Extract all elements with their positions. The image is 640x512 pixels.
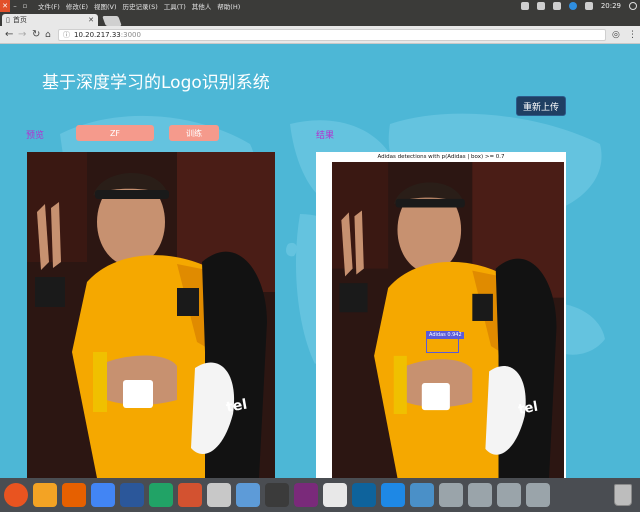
network-icon[interactable] [552,2,561,10]
system-tray: 20:29 [520,0,637,12]
tab-home[interactable]: ▯ 首页 ✕ [2,14,98,26]
menu-history[interactable]: 历史记录(S) [123,1,158,11]
dock-chromium-icon[interactable] [91,483,115,507]
page-icon: ▯ [6,16,10,24]
system-menubar: ✕ – ▫ 文件(F) 修改(E) 视图(V) 历史记录(S) 工具(T) 其他… [0,0,640,12]
page-content: 基于深度学习的Logo识别系统 重新上传 预览 ZF 训练 结果 tel Adi… [0,44,640,478]
taskbar-dock [0,478,640,512]
dock-browser-icon[interactable] [381,483,405,507]
preview-label: 预览 [26,131,45,141]
cloud-icon[interactable] [520,2,529,10]
dock-presentation-icon[interactable] [178,483,202,507]
minimize-icon[interactable]: – [10,0,20,12]
dock-window-icon[interactable] [468,483,492,507]
dock-vscode-icon[interactable] [352,483,376,507]
menu-icon[interactable]: ⋮ [628,30,637,40]
close-icon[interactable]: ✕ [0,0,10,12]
account-icon[interactable]: ◎ [612,30,620,40]
page-title: 基于深度学习的Logo识别系统 [42,73,270,93]
dock-files-icon[interactable] [33,483,57,507]
input-method-icon[interactable] [568,2,577,10]
address-bar[interactable]: ⓘ 10.20.217.33 :3000 [58,29,606,41]
preview-image: tel [27,152,275,478]
dock-writer-icon[interactable] [120,483,144,507]
menu-view[interactable]: 视图(V) [94,1,117,11]
url-host: 10.20.217.33 [74,31,121,39]
result-label: 结果 [316,131,335,141]
volume-icon[interactable] [584,2,593,10]
reupload-button[interactable]: 重新上传 [516,96,566,116]
reload-icon[interactable]: ↻ [32,29,40,41]
dock-window-icon[interactable] [497,483,521,507]
maximize-icon[interactable]: ▫ [20,0,30,12]
home-icon[interactable]: ⌂ [45,29,51,41]
trash-icon[interactable] [614,484,632,506]
dock-window-icon[interactable] [439,483,463,507]
model-input[interactable]: ZF [76,125,154,141]
dock-spreadsheet-icon[interactable] [149,483,173,507]
dock-ubuntu-icon[interactable] [4,483,28,507]
dock-window-icon[interactable] [526,483,550,507]
url-port: :3000 [120,31,141,39]
menu-file[interactable]: 文件(F) [38,1,60,11]
forward-icon[interactable]: → [18,29,26,41]
app-menu: 文件(F) 修改(E) 视图(V) 历史记录(S) 工具(T) 其他人 帮助(H… [38,1,240,11]
back-icon[interactable]: ← [5,29,13,41]
menu-help[interactable]: 帮助(H) [217,1,240,11]
dock-firefox-icon[interactable] [62,483,86,507]
dock-monitor-icon[interactable] [294,483,318,507]
dock-screenshot-icon[interactable] [236,483,260,507]
clock[interactable]: 20:29 [601,2,621,10]
detection-label: Adidas 0.942 [427,332,464,339]
tab-title: 首页 [12,16,27,24]
tab-bar: ▯ 首页 ✕ [0,12,640,26]
train-button[interactable]: 训练 [169,125,219,141]
mail-icon[interactable] [536,2,545,10]
dock-desktop-icon[interactable] [410,483,434,507]
menu-tools[interactable]: 工具(T) [164,1,186,11]
tab-close-icon[interactable]: ✕ [88,16,94,24]
menu-others[interactable]: 其他人 [192,1,212,11]
menu-edit[interactable]: 修改(E) [66,1,88,11]
dock-terminal-icon[interactable] [265,483,289,507]
window-controls: ✕ – ▫ [0,0,30,12]
dock-software-icon[interactable] [207,483,231,507]
power-icon[interactable] [629,2,637,10]
browser-toolbar: ← → ↻ ⌂ ⓘ 10.20.217.33 :3000 ◎ ⋮ [0,26,640,44]
new-tab-button[interactable] [102,16,122,26]
site-info-icon[interactable]: ⓘ [63,30,70,40]
dock-flask-icon[interactable] [323,483,347,507]
screen: ✕ – ▫ 文件(F) 修改(E) 视图(V) 历史记录(S) 工具(T) 其他… [0,0,640,512]
result-image: tel [332,162,564,478]
result-caption: Adidas detections with p(Adidas | box) >… [377,154,505,160]
